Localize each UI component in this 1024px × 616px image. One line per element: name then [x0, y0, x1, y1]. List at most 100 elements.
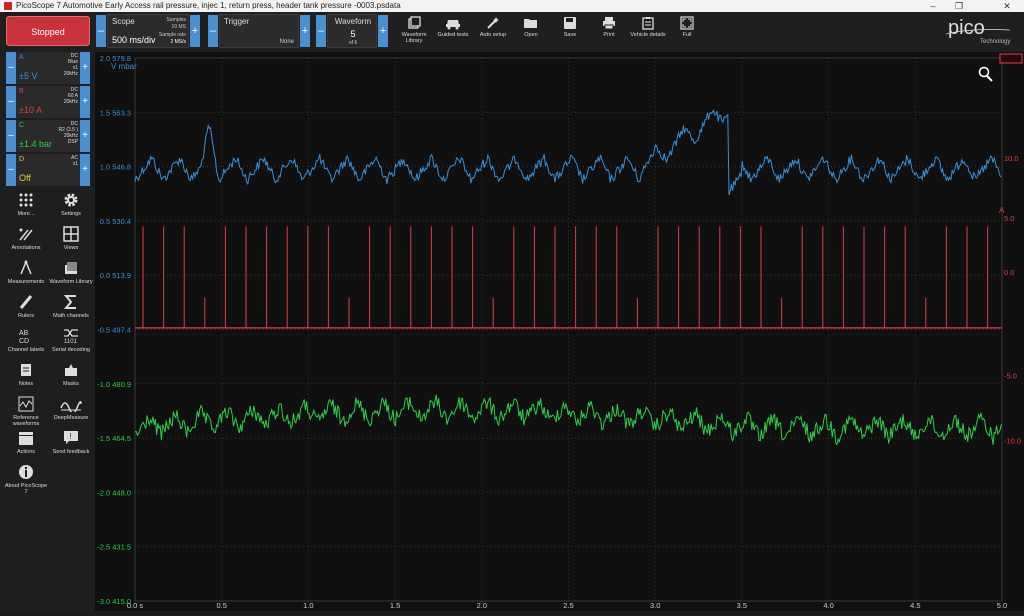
x-label: 1.5 [390, 601, 400, 610]
channel-c-range-decrease[interactable]: – [6, 120, 16, 152]
channel-d-range-increase[interactable]: + [80, 154, 90, 186]
masks-button[interactable]: Masks [48, 362, 94, 396]
rulers-button[interactable]: Rulers [3, 294, 49, 328]
guided-tests-button[interactable]: Guided tests [434, 14, 472, 48]
y-label-left: -0.5 497.4 [97, 326, 131, 335]
y-axis-right: 10.0 5.0 0.0 -5.0 -10.0 [1004, 154, 1021, 445]
channel-b-range[interactable]: ±10 A [19, 105, 42, 115]
scope-display[interactable]: 2.0 579.8 1.5 563.3 1.0 546.8 0.5 530.4 0.0 … [95, 52, 1024, 611]
views-grid-icon [63, 226, 79, 242]
window-title-bar: PicoScope 7 Automotive Early Access rail… [0, 0, 1024, 12]
sample-rate-value[interactable]: 2 MS/s [170, 39, 186, 45]
y-label-left: -2.0 448.0 [97, 488, 131, 497]
open-button[interactable]: Open [512, 14, 550, 48]
channel-c-range[interactable]: ±1.4 bar [19, 139, 52, 149]
trigger-increase-button[interactable]: + [300, 15, 310, 47]
window-title: PicoScope 7 Automotive Early Access rail… [16, 1, 401, 10]
serial-decoding-button[interactable]: 1101 Serial decoding [48, 328, 94, 362]
math-channels-button[interactable]: Math channels [48, 294, 94, 328]
reference-waveforms-button[interactable]: Reference waveforms [3, 396, 49, 430]
compass-icon [20, 260, 32, 275]
measurements-button[interactable]: Measurements [3, 260, 49, 294]
guided-tests-label: Guided tests [437, 32, 469, 38]
channel-a-range[interactable]: ±5 V [19, 71, 37, 81]
y-label-left: 0.0 513.9 [100, 271, 131, 280]
x-label: 4.0 [823, 601, 833, 610]
channel-b-offset-handle[interactable] [999, 53, 1023, 64]
waveform-library-label: Waveform Library [401, 32, 427, 44]
restore-icon[interactable]: ❐ [946, 0, 972, 12]
waveform-label: Waveform [334, 17, 372, 26]
annotations-button[interactable]: Annotations [3, 226, 49, 260]
channel-a-range-decrease[interactable]: – [6, 52, 16, 84]
scope-group[interactable]: Scope 500 ms/div Samples 10 MS Sample ra… [107, 14, 189, 48]
full-screen-button[interactable]: Full [668, 14, 706, 48]
channel-labels-button[interactable]: AB CD Channel labels [3, 328, 49, 362]
close-icon[interactable]: ✕ [994, 0, 1020, 12]
channel-a-letter: A [19, 54, 24, 61]
ruler-icon [19, 295, 33, 309]
samples-value[interactable]: 10 MS [172, 24, 186, 30]
scope-plot[interactable]: 2.0 579.81.5 563.31.0 546.80.5 530.40.0 … [95, 52, 1024, 611]
channel-c-range-increase[interactable]: + [80, 120, 90, 152]
timebase-increase-button[interactable]: + [190, 15, 200, 47]
channel-a-range-increase[interactable]: + [80, 52, 90, 84]
send-feedback-button[interactable]: ! Send feedback [48, 430, 94, 464]
print-button[interactable]: Print [590, 14, 628, 48]
masks-label: Masks [63, 381, 79, 387]
y-label-right: 5.0 [1004, 214, 1014, 223]
trigger-mode[interactable]: None [280, 39, 294, 45]
axis-units-label: V mbar [111, 62, 137, 71]
waveform-total: of 6 [348, 40, 358, 46]
abcd-label-icon: ABCD [19, 330, 29, 344]
full-label: Full [682, 32, 692, 38]
x-label: 1.0 [303, 601, 313, 610]
waveform-next-button[interactable]: + [378, 15, 388, 47]
channel-b-panel[interactable]: – B ±10 A DC 60 A 20kHz + [6, 86, 90, 118]
trigger-decrease-button[interactable]: – [208, 15, 218, 47]
channel-c-panel[interactable]: – C ±1.4 bar DC R2 (3.5 ) 20kHz DSP + [6, 120, 90, 152]
about-button[interactable]: About PicoScope 7 [3, 464, 49, 498]
channel-d-range-decrease[interactable]: – [6, 154, 16, 186]
channel-b-range-increase[interactable]: + [80, 86, 90, 118]
timebase-value[interactable]: 500 ms/div [112, 35, 156, 45]
channel-b-letter: B [19, 88, 24, 95]
capture-start-stop-button[interactable]: Stopped [6, 16, 90, 46]
zoom-icon[interactable] [978, 66, 993, 82]
sample-rate-label: Sample rate [159, 32, 186, 38]
views-button[interactable]: Views [48, 226, 94, 260]
svg-text:CD: CD [19, 338, 29, 344]
waveform-previous-button[interactable]: – [316, 15, 326, 47]
channel-a-panel[interactable]: – A ±5 V DC Blue x1 20kHz + [6, 52, 90, 84]
channel-a-meta: DC Blue x1 20kHz [63, 53, 78, 77]
mask-icon [65, 364, 77, 376]
save-button[interactable]: Save [551, 14, 589, 48]
trigger-group[interactable]: Trigger None [219, 14, 299, 48]
notes-button[interactable]: Notes [3, 362, 49, 396]
deepmeasure-button[interactable]: DeepMeasure [48, 396, 94, 430]
waveform-current[interactable]: 5 [328, 29, 378, 39]
actions-button[interactable]: Actions [3, 430, 49, 464]
more-button[interactable]: More... [3, 192, 49, 226]
timebase-decrease-button[interactable]: – [96, 15, 106, 47]
y-label-left: -2.5 431.5 [97, 543, 131, 552]
minimize-icon[interactable]: – [920, 0, 946, 12]
save-label: Save [563, 32, 577, 38]
channel-d-panel[interactable]: – D Off AC x1 + [6, 154, 90, 186]
app-icon [4, 2, 12, 10]
notes-icon [21, 364, 31, 376]
grid [134, 57, 1003, 602]
samples-label: Samples [166, 17, 186, 23]
x-label: 2.5 [563, 601, 573, 610]
settings-label: Settings [61, 211, 81, 217]
reference-waveforms-label: Reference waveforms [12, 415, 40, 427]
vehicle-details-label: Vehicle details [630, 32, 666, 38]
channel-b-range-decrease[interactable]: – [6, 86, 16, 118]
settings-button[interactable]: Settings [48, 192, 94, 226]
waveform-library-button[interactable]: Waveform Library [395, 14, 433, 48]
channel-d-range[interactable]: Off [19, 173, 31, 183]
vehicle-details-button[interactable]: Vehicle details [629, 14, 667, 48]
waveform-group: Waveform 5 of 6 [327, 14, 377, 48]
auto-setup-button[interactable]: Auto setup [474, 14, 512, 48]
waveform-library-side-button[interactable]: Waveform Library [48, 260, 94, 294]
